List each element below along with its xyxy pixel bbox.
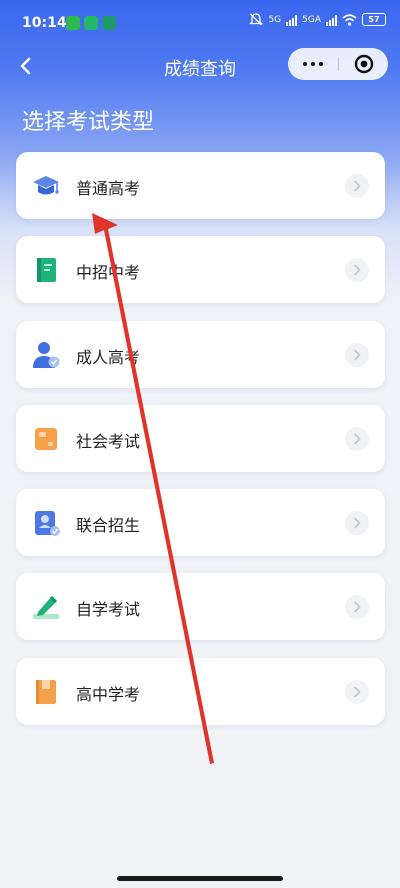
pen-icon — [33, 596, 59, 619]
exam-type-label: 普通高考 — [76, 179, 141, 198]
chevron-right-icon — [345, 343, 369, 367]
exam-type-label: 联合招生 — [76, 516, 141, 535]
more-dots-icon — [303, 62, 307, 66]
id-card-icon — [35, 511, 60, 536]
chevron-right-icon — [345, 595, 369, 619]
close-mini-program-button[interactable] — [346, 48, 382, 80]
chevron-right-icon — [345, 680, 369, 704]
chevron-right-icon — [345, 427, 369, 451]
battery-icon: 57 — [362, 13, 386, 26]
exam-type-label: 中招中考 — [76, 263, 141, 282]
mute-bell-icon — [249, 13, 264, 26]
exam-type-label: 高中学考 — [76, 685, 141, 704]
chevron-right-icon — [345, 174, 369, 198]
chevron-right-icon — [345, 511, 369, 535]
exam-type-item-adult-exam[interactable]: 成人高考 — [16, 321, 385, 388]
exam-type-label: 社会考试 — [76, 432, 141, 451]
exam-type-item-self-study[interactable]: 自学考试 — [16, 573, 385, 640]
wifi-icon — [342, 13, 357, 26]
network-label-2: 5GA — [302, 14, 321, 25]
orange-certificate-icon — [35, 428, 57, 450]
target-circle-icon — [354, 54, 374, 74]
status-app-icons — [66, 16, 116, 30]
adult-person-icon — [33, 342, 60, 368]
exam-type-label: 成人高考 — [76, 348, 141, 367]
section-heading: 选择考试类型 — [22, 110, 155, 135]
exam-type-item-high-school-exam[interactable]: 高中学考 — [16, 658, 385, 725]
status-time: 10:14 — [22, 15, 67, 31]
wechat-icon — [66, 16, 80, 30]
app-book-icon — [102, 16, 116, 30]
home-indicator — [117, 876, 283, 881]
exam-type-item-social-exam[interactable]: 社会考试 — [16, 405, 385, 472]
exam-type-item-zhongkao[interactable]: 中招中考 — [16, 236, 385, 303]
exam-type-item-joint-enrollment[interactable]: 联合招生 — [16, 489, 385, 556]
nav-bar: 成绩查询 — [0, 44, 400, 88]
graduation-cap-icon — [33, 176, 59, 195]
orange-folder-icon — [36, 680, 56, 704]
green-book-icon — [37, 258, 56, 282]
status-indicators: 5G 5GA 57 — [249, 13, 386, 26]
chevron-right-icon — [345, 258, 369, 282]
exam-type-item-gaokao[interactable]: 普通高考 — [16, 152, 385, 219]
signal-icon — [286, 14, 298, 26]
capsule-divider — [338, 57, 339, 71]
mini-program-capsule — [288, 48, 388, 80]
exam-type-label: 自学考试 — [76, 600, 141, 619]
more-button[interactable] — [288, 48, 338, 80]
network-label-1: 5G — [268, 14, 282, 25]
app-shield-icon — [84, 16, 98, 30]
status-bar: 10:14 5G 5GA 57 — [0, 0, 400, 44]
signal-icon-2 — [326, 14, 337, 26]
